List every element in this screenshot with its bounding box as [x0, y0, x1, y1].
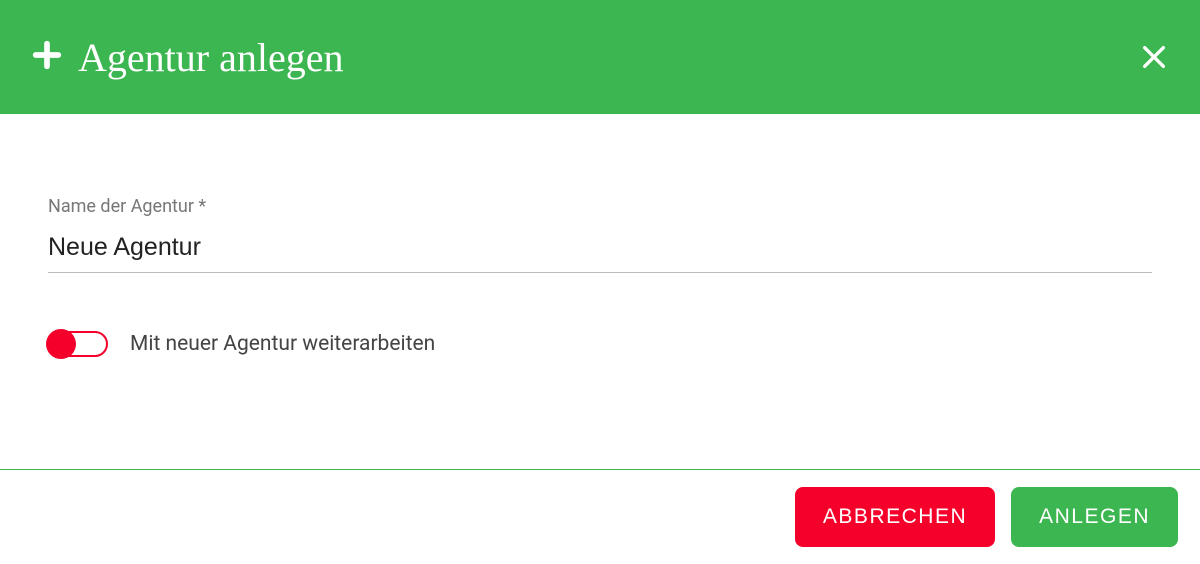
dialog-header: Agentur anlegen [0, 0, 1200, 114]
agency-name-input[interactable] [48, 227, 1152, 273]
agency-name-label: Name der Agentur * [48, 196, 1152, 217]
dialog-title: Agentur anlegen [78, 34, 343, 81]
toggle-knob [46, 329, 76, 359]
header-left: Agentur anlegen [30, 34, 343, 81]
agency-name-field-group: Name der Agentur * [48, 196, 1152, 273]
continue-toggle-row: Mit neuer Agentur weiterarbeiten [48, 329, 1152, 359]
continue-toggle[interactable] [48, 329, 108, 359]
dialog-body: Name der Agentur * Mit neuer Agentur wei… [0, 114, 1200, 399]
plus-icon [30, 38, 64, 76]
dialog-footer: ABBRECHEN ANLEGEN [0, 469, 1200, 564]
close-icon[interactable] [1138, 41, 1170, 73]
continue-toggle-label: Mit neuer Agentur weiterarbeiten [130, 332, 435, 356]
cancel-button[interactable]: ABBRECHEN [795, 487, 995, 547]
submit-button[interactable]: ANLEGEN [1011, 487, 1178, 547]
